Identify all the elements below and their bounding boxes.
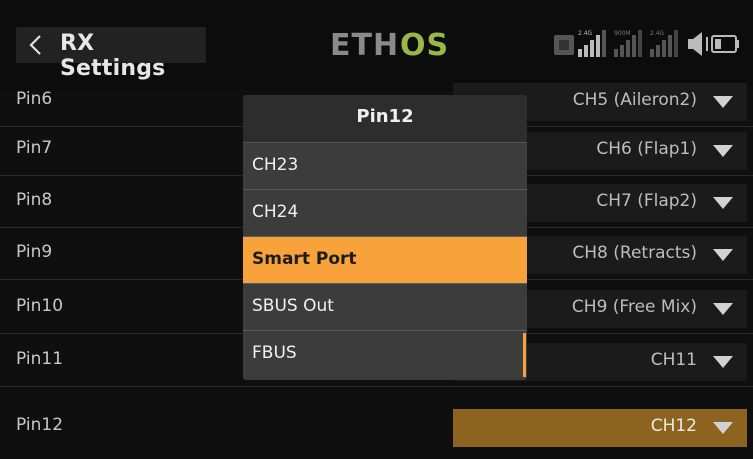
back-title-button[interactable]: RX Settings xyxy=(16,27,206,81)
dropdown-arrow-icon xyxy=(713,145,733,157)
popup-title: Pin12 xyxy=(356,106,414,127)
svg-text:2.4G: 2.4G xyxy=(578,30,593,37)
signal-bars-900m-icon: 900M xyxy=(614,30,642,57)
option-sbus-out[interactable]: SBUS Out xyxy=(243,284,527,331)
svg-text:900M: 900M xyxy=(614,30,631,37)
divider xyxy=(0,386,753,387)
popup-scrollbar[interactable] xyxy=(523,333,526,377)
chevron-left-icon[interactable] xyxy=(26,33,46,57)
row-label: Pin6 xyxy=(16,89,53,109)
status-icons: 2.4G 900M 2.4G xyxy=(552,25,742,65)
signal-bars-2.4g-icon: 2.4G xyxy=(578,30,606,57)
speaker-icon xyxy=(688,32,708,56)
dropdown-value: CH5 (Aileron2) xyxy=(572,90,697,110)
option-label: CH24 xyxy=(252,202,299,222)
dropdown-arrow-icon xyxy=(713,422,733,434)
svg-text:OS: OS xyxy=(400,28,449,63)
pin12-options-popup: Pin12 CH23 CH24 Smart Port SBUS Out FBUS xyxy=(243,95,527,380)
option-fbus[interactable]: FBUS xyxy=(243,331,527,378)
battery-icon xyxy=(711,35,739,53)
dropdown-value: CH8 (Retracts) xyxy=(572,243,697,263)
row-label: Pin10 xyxy=(16,296,64,316)
dropdown-arrow-icon xyxy=(713,197,733,209)
pin12-dropdown[interactable]: CH12 xyxy=(453,409,747,447)
dropdown-arrow-icon xyxy=(713,303,733,315)
option-ch24[interactable]: CH24 xyxy=(243,190,527,237)
option-ch23[interactable]: CH23 xyxy=(243,143,527,190)
dropdown-arrow-icon xyxy=(713,96,733,108)
dropdown-value: CH7 (Flap2) xyxy=(596,191,697,211)
dropdown-arrow-icon xyxy=(713,249,733,261)
signal-bars-2.4g-icon: 2.4G xyxy=(650,30,678,57)
dropdown-value: CH11 xyxy=(650,350,697,370)
row-label: Pin12 xyxy=(16,415,64,435)
svg-text:ETH: ETH xyxy=(330,28,399,63)
dropdown-arrow-icon xyxy=(713,356,733,368)
rf-signal-icon xyxy=(554,35,574,55)
svg-text:2.4G: 2.4G xyxy=(650,30,665,37)
row-label: Pin9 xyxy=(16,242,53,262)
option-smart-port[interactable]: Smart Port xyxy=(243,237,527,284)
setting-row-pin12: Pin12 CH12 xyxy=(0,401,753,453)
row-label: Pin8 xyxy=(16,190,53,210)
option-label: CH23 xyxy=(252,155,299,175)
dropdown-value: CH12 xyxy=(650,416,697,436)
option-label: Smart Port xyxy=(252,249,357,269)
ethos-logo: ETH OS xyxy=(330,28,449,63)
option-label: SBUS Out xyxy=(252,296,334,316)
dropdown-value: CH9 (Free Mix) xyxy=(571,297,697,317)
row-label: Pin11 xyxy=(16,349,64,369)
popup-header: Pin12 xyxy=(243,95,527,143)
page-title: RX Settings xyxy=(60,31,166,81)
option-label: FBUS xyxy=(252,343,297,363)
dropdown-value: CH6 (Flap1) xyxy=(596,139,697,159)
row-label: Pin7 xyxy=(16,138,53,158)
